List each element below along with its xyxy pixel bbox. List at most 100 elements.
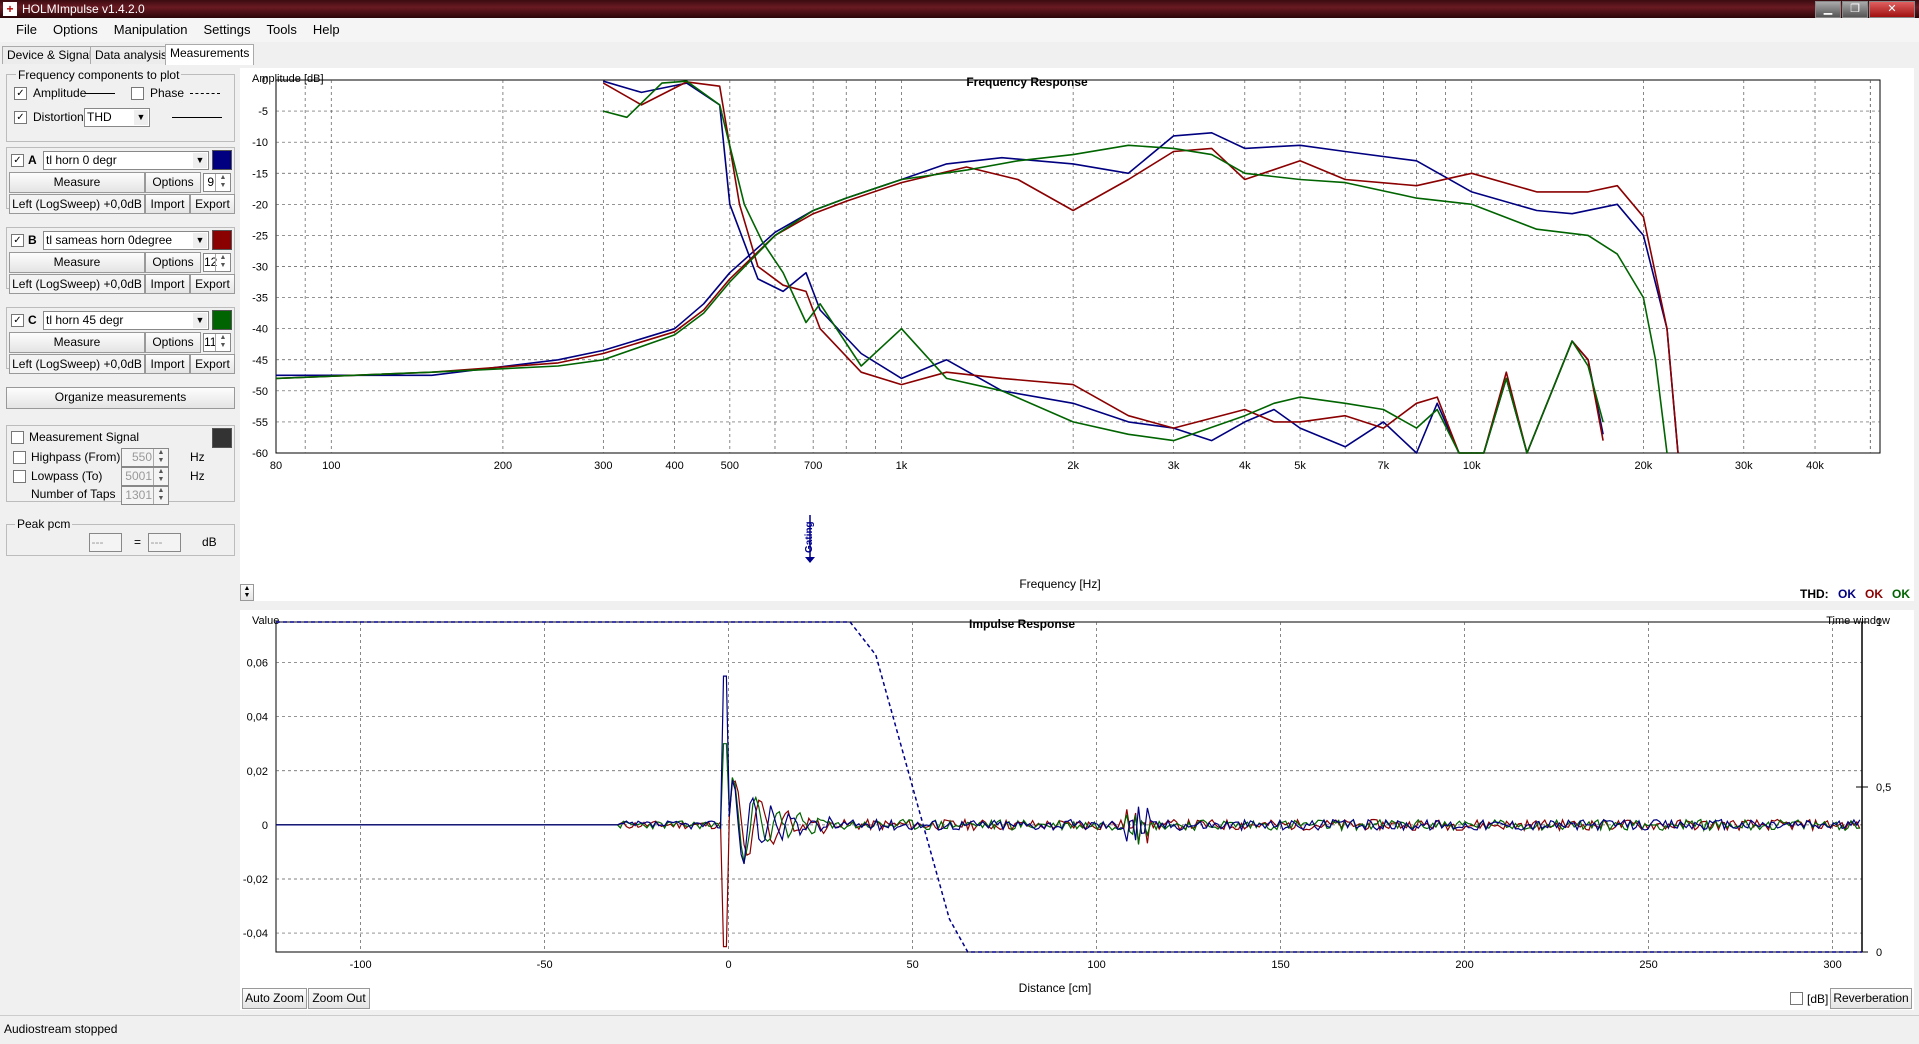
measurement-c-group: ✓ C tl horn 45 degr ▼ Measure Options 11 ▲…	[6, 307, 235, 374]
measurement-c-options-button[interactable]: Options	[145, 332, 201, 353]
chevron-down-icon: ▼	[193, 313, 207, 328]
tab-measurements[interactable]: Measurements	[165, 44, 255, 65]
measurement-c-select[interactable]: tl horn 45 degr ▼	[43, 311, 209, 330]
measurement-b-options-button[interactable]: Options	[145, 252, 201, 273]
time-window-tick: 0,5	[1876, 782, 1891, 794]
measurement-c-measure-button[interactable]: Measure	[9, 332, 145, 353]
menu-settings[interactable]: Settings	[195, 18, 258, 42]
impulse-xtick: 0	[726, 959, 732, 971]
scale-updown-button[interactable]: ▲ ▼	[240, 584, 254, 601]
lowpass-label: Lowpass (To)	[31, 469, 103, 483]
maximize-button[interactable]: ❐	[1842, 1, 1868, 18]
freq-xtick: 1k	[896, 460, 908, 472]
spin-arrows-icon[interactable]: ▲ ▼	[215, 334, 230, 351]
spin-arrows-icon[interactable]: ▲ ▼	[153, 449, 168, 466]
freq-components-title: Frequency components to plot	[16, 68, 182, 82]
reverberation-button[interactable]: Reverberation	[1830, 988, 1912, 1009]
freq-curve-a-thd	[603, 80, 1604, 454]
impulse-ticks: 0,06 0,04 0,02 0 -0,02 -0,04 -100 -50 0 50 100 150 2…	[243, 617, 1891, 971]
gating-label: Gating	[804, 521, 815, 553]
highpass-input[interactable]: 550 ▲ ▼	[121, 448, 169, 467]
measurement-a-options-button[interactable]: Options	[145, 172, 201, 193]
menu-manipulation[interactable]: Manipulation	[106, 18, 196, 42]
distortion-select[interactable]: THD ▼	[84, 108, 150, 127]
measurement-a-export-button[interactable]: Export	[190, 194, 235, 214]
amplitude-line-sample	[85, 93, 115, 94]
zoom-out-button[interactable]: Zoom Out	[308, 988, 370, 1009]
impulse-response-chart[interactable]: Value Impulse Response Time window Dista…	[240, 610, 1914, 1010]
phase-line-sample	[190, 93, 220, 94]
status-bar: Audiostream stopped	[0, 1015, 1919, 1044]
measurement-c-color-swatch[interactable]	[212, 310, 232, 330]
impulse-ylabel: Value	[252, 615, 279, 627]
distortion-line-sample	[172, 117, 222, 118]
freq-title: Frequency Response	[966, 75, 1088, 89]
phase-checkbox[interactable]	[131, 87, 144, 100]
measurement-a-channel-label: Left (LogSweep) +0,0dB	[9, 194, 145, 214]
impulse-ytick: 0,04	[247, 712, 268, 724]
measurement-b-color-swatch[interactable]	[212, 230, 232, 250]
measurement-c-spin[interactable]: 11 ▲ ▼	[203, 333, 231, 352]
freq-curves	[275, 80, 1679, 454]
measurement-a-select[interactable]: tl horn 0 degr ▼	[43, 151, 209, 170]
tab-data-analysis[interactable]: Data analysis	[90, 46, 173, 64]
lowpass-checkbox[interactable]	[13, 470, 26, 483]
lowpass-input[interactable]: 5001 ▲ ▼	[121, 467, 169, 486]
thd-label: THD:	[1800, 587, 1829, 601]
impulse-grid	[275, 621, 1863, 953]
tab-device-signal[interactable]: Device & Signal	[2, 46, 97, 64]
thd-status-a: OK	[1838, 587, 1856, 601]
measurement-a-spin[interactable]: 9 ▲ ▼	[203, 173, 231, 192]
freq-curve-a-amp	[276, 132, 1679, 454]
measurement-b-import-button[interactable]: Import	[145, 274, 190, 294]
db-label: [dB]	[1807, 992, 1829, 1006]
spin-arrows-icon[interactable]: ▲ ▼	[153, 468, 168, 485]
measurement-b-export-button[interactable]: Export	[190, 274, 235, 294]
spin-arrows-icon[interactable]: ▲ ▼	[215, 174, 230, 191]
measurement-a-import-button[interactable]: Import	[145, 194, 190, 214]
minimize-button[interactable]: ▁	[1815, 1, 1841, 18]
menu-file[interactable]: File	[8, 18, 45, 42]
measurement-a-color-swatch[interactable]	[212, 150, 232, 170]
freq-xtick: 7k	[1378, 460, 1390, 472]
measurement-signal-checkbox[interactable]	[11, 431, 24, 444]
freq-ytick: -45	[252, 355, 268, 367]
thd-status-b: OK	[1865, 587, 1883, 601]
measurement-signal-group: Measurement Signal Highpass (From) 550 ▲ ▼…	[6, 425, 235, 505]
auto-zoom-button[interactable]: Auto Zoom	[242, 988, 307, 1009]
close-button[interactable]: ✕	[1869, 1, 1915, 18]
measurement-b-spin[interactable]: 12 ▲ ▼	[203, 253, 231, 272]
measurement-a-checkbox[interactable]: ✓	[11, 154, 24, 167]
measurement-b-measure-button[interactable]: Measure	[9, 252, 145, 273]
freq-xtick: 80	[270, 460, 282, 472]
frequency-response-chart[interactable]: Amplitude [dB] Frequency Response Freque…	[240, 68, 1914, 601]
measurement-a-measure-button[interactable]: Measure	[9, 172, 145, 193]
menu-help[interactable]: Help	[305, 18, 348, 42]
measurement-c-export-button[interactable]: Export	[190, 354, 235, 374]
impulse-xtick: 300	[1823, 959, 1841, 971]
spin-arrows-icon[interactable]: ▲ ▼	[153, 487, 168, 504]
spin-arrows-icon[interactable]: ▲ ▼	[215, 254, 230, 271]
status-text: Audiostream stopped	[4, 1022, 118, 1036]
impulse-xtick: -100	[350, 959, 372, 971]
impulse-ytick: -0,04	[243, 928, 268, 940]
organize-measurements-button[interactable]: Organize measurements	[6, 387, 235, 409]
freq-ytick: -5	[258, 106, 268, 118]
amplitude-checkbox[interactable]: ✓	[14, 87, 27, 100]
menu-options[interactable]: Options	[45, 18, 106, 42]
measurement-c-checkbox[interactable]: ✓	[11, 314, 24, 327]
freq-curve-c-amp	[275, 144, 1668, 454]
impulse-response-svg: Value Impulse Response Time window Dista…	[243, 615, 1891, 995]
taps-label: Number of Taps	[31, 487, 116, 501]
menu-tools[interactable]: Tools	[258, 18, 304, 42]
measurement-b-select[interactable]: tl sameas horn 0degree ▼	[43, 231, 209, 250]
freq-ytick: -35	[252, 293, 268, 305]
measurement-c-import-button[interactable]: Import	[145, 354, 190, 374]
time-window-tick: 1	[1876, 617, 1882, 629]
measurement-signal-color-swatch[interactable]	[212, 428, 232, 448]
db-checkbox[interactable]	[1790, 992, 1803, 1005]
highpass-checkbox[interactable]	[13, 451, 26, 464]
taps-input[interactable]: 1301 ▲ ▼	[121, 486, 169, 505]
measurement-b-checkbox[interactable]: ✓	[11, 234, 24, 247]
distortion-checkbox[interactable]: ✓	[14, 111, 27, 124]
